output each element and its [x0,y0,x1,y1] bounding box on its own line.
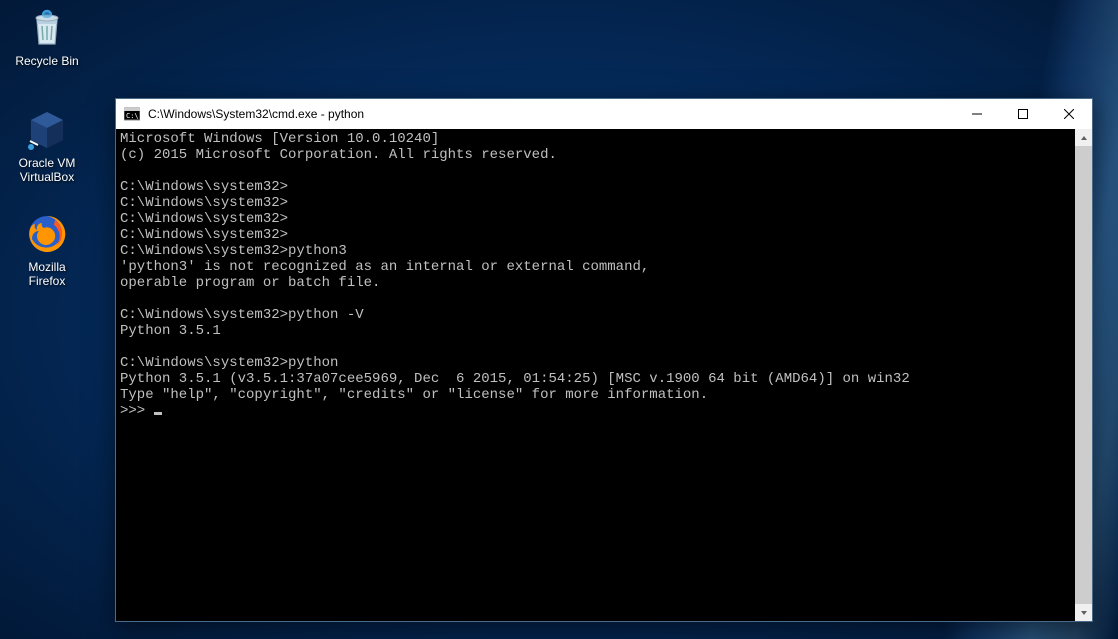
desktop-icon-label: Mozilla Firefox [28,260,65,289]
close-icon [1064,109,1074,119]
svg-text:C:\: C:\ [126,112,139,120]
virtualbox-icon [25,108,69,152]
scrollbar-track[interactable] [1075,146,1092,604]
minimize-icon [972,109,982,119]
scroll-down-button[interactable] [1075,604,1092,621]
window-title: C:\Windows\System32\cmd.exe - python [148,107,954,121]
vertical-scrollbar[interactable] [1075,129,1092,621]
scroll-up-button[interactable] [1075,129,1092,146]
cmd-window: C:\ C:\Windows\System32\cmd.exe - python… [115,98,1093,622]
titlebar[interactable]: C:\ C:\Windows\System32\cmd.exe - python [116,99,1092,129]
terminal-output[interactable]: Microsoft Windows [Version 10.0.10240] (… [116,129,1075,621]
recycle-bin-icon [25,6,69,50]
chevron-up-icon [1080,134,1088,142]
scrollbar-thumb[interactable] [1075,146,1092,604]
maximize-button[interactable] [1000,99,1046,129]
desktop-icon-firefox[interactable]: Mozilla Firefox [8,212,86,289]
minimize-button[interactable] [954,99,1000,129]
maximize-icon [1018,109,1028,119]
desktop-icon-label: Oracle VM VirtualBox [19,156,76,185]
firefox-icon [25,212,69,256]
window-controls [954,99,1092,129]
close-button[interactable] [1046,99,1092,129]
cmd-icon: C:\ [124,106,140,122]
chevron-down-icon [1080,609,1088,617]
desktop-icon-label: Recycle Bin [15,54,78,68]
desktop-icon-recycle-bin[interactable]: Recycle Bin [8,6,86,68]
desktop-icon-virtualbox[interactable]: Oracle VM VirtualBox [8,108,86,185]
